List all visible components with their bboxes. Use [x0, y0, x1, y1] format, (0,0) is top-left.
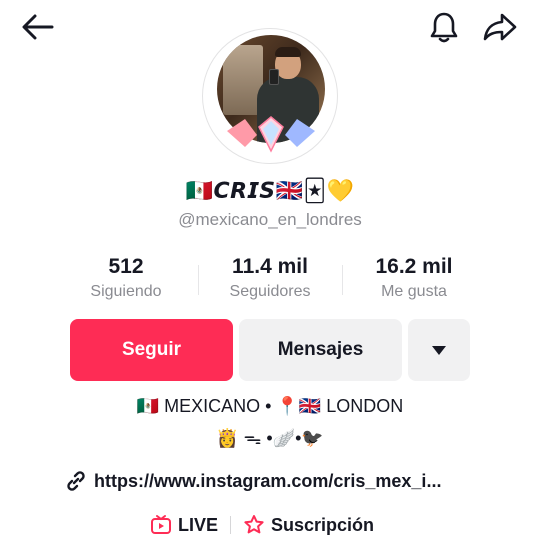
bio-link[interactable]: https://www.instagram.com/cris_mex_i... — [64, 468, 484, 494]
stat-likes[interactable]: 16.2 mil Me gusta — [342, 255, 486, 307]
avatar-ring[interactable] — [202, 28, 338, 164]
stat-following[interactable]: 512 Siguiendo — [54, 255, 198, 307]
stat-label: Seguidores — [229, 283, 311, 300]
link-icon — [67, 471, 85, 491]
more-options-button[interactable] — [408, 319, 470, 381]
avatar-decoration-icon — [227, 116, 315, 153]
live-button[interactable]: LIVE — [150, 514, 218, 536]
profile-actions: Seguir Mensajes — [70, 319, 470, 381]
subscription-button[interactable]: Suscripción — [243, 514, 374, 536]
display-name: 🇲🇽𝘾𝙍𝙄𝙎🇬🇧🃏💛 — [185, 178, 355, 203]
bell-icon — [430, 12, 458, 43]
caret-down-icon — [432, 346, 446, 355]
bio-link-text[interactable]: https://www.instagram.com/cris_mex_i... — [94, 471, 441, 492]
back-button[interactable] — [18, 10, 58, 44]
share-button[interactable] — [480, 8, 520, 46]
share-arrow-icon — [483, 13, 517, 41]
notifications-button[interactable] — [424, 8, 464, 46]
arrow-left-icon — [22, 14, 54, 40]
bio-line-2: 👸 ᯓ •🪽•🐦‍⬛ — [216, 428, 324, 448]
stat-value: 11.4 mil — [232, 255, 308, 278]
stat-label: Siguiendo — [90, 283, 162, 300]
stat-value: 16.2 mil — [375, 255, 453, 278]
divider — [230, 516, 232, 534]
stat-value: 512 — [108, 255, 144, 278]
profile-extras: LIVE Suscripción — [150, 512, 410, 538]
message-button[interactable]: Mensajes — [239, 319, 402, 381]
username: @mexicano_en_londres — [178, 210, 362, 229]
live-tv-icon — [151, 515, 171, 534]
subscription-label: Suscripción — [271, 514, 375, 535]
stat-label: Me gusta — [381, 283, 447, 300]
bio-line-1: 🇲🇽 MEXICANO • 📍🇬🇧 LONDON — [136, 396, 404, 416]
star-subscription-icon — [244, 515, 264, 534]
follow-button[interactable]: Seguir — [70, 319, 233, 381]
stats-row: 512 Siguiendo 11.4 mil Seguidores 16.2 m… — [54, 255, 486, 307]
stat-followers[interactable]: 11.4 mil Seguidores — [198, 255, 342, 307]
live-label: LIVE — [178, 514, 219, 535]
